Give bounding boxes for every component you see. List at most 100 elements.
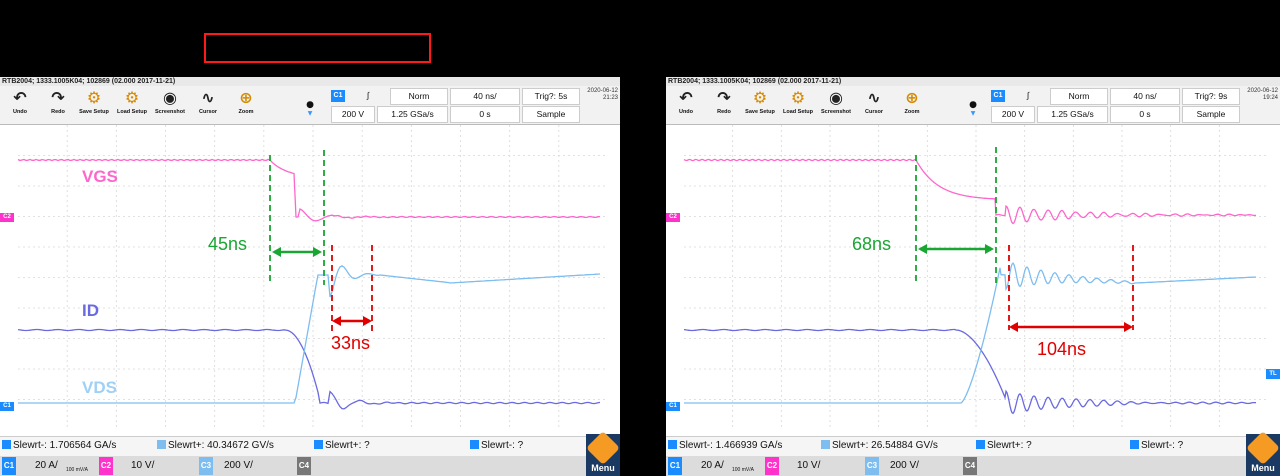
c1-square-icon bbox=[668, 440, 677, 449]
zoom-icon: ⊕ bbox=[905, 88, 919, 107]
cursor-button[interactable]: ∿ Cursor bbox=[190, 87, 226, 123]
measurement-bar: Slewrt-: 1.466939 GA/s Slewrt+: 26.54884… bbox=[666, 436, 1280, 456]
load-setup-icon: ⚙ bbox=[790, 88, 806, 107]
load-setup-button[interactable]: ⚙ Load Setup bbox=[780, 87, 816, 123]
menu-button[interactable]: Menu bbox=[586, 431, 620, 476]
delay-annotation: 45ns bbox=[208, 234, 248, 254]
trigger-source-chip[interactable]: C1 bbox=[331, 90, 345, 102]
c2-marker[interactable]: C2 bbox=[0, 213, 14, 222]
redo-icon: ↷ bbox=[717, 88, 731, 107]
cursor-button[interactable]: ∿ Cursor bbox=[856, 87, 892, 123]
trigger-slope[interactable]: ∫ bbox=[1008, 88, 1048, 105]
channel-1-scale[interactable]: C1 20 A/100 mV/A bbox=[0, 456, 95, 476]
redo-button[interactable]: ↷ Redo bbox=[706, 87, 742, 123]
c3-square-icon bbox=[821, 440, 830, 449]
redo-icon: ↷ bbox=[51, 88, 65, 107]
date-time: 2020-06-12 21:23 bbox=[587, 88, 618, 101]
sample-rate: 1.25 GSa/s bbox=[1037, 106, 1108, 123]
c1-square-icon bbox=[1130, 440, 1139, 449]
channel-4[interactable]: C4 bbox=[296, 456, 316, 476]
measurement-2[interactable]: Slewrt+: 26.54884 GV/s bbox=[821, 440, 938, 451]
channel-bar: C1 20 A/100 mV/A C2 10 V/ C3 200 V/ C4 bbox=[666, 456, 1280, 476]
c1-square-icon bbox=[470, 440, 479, 449]
channel-1-scale[interactable]: C1 20 A/100 mV/A bbox=[666, 456, 761, 476]
measurement-3[interactable]: Slewrt+: ? bbox=[976, 440, 1032, 451]
timebase[interactable]: 40 ns/ bbox=[1110, 88, 1180, 105]
undo-button[interactable]: ↶ Undo bbox=[668, 87, 704, 123]
toolbar: ↶ Undo ↷ Redo ⚙ Save Setup ⚙ Load Setup ◉ Scr… bbox=[666, 86, 1280, 125]
load-setup-button[interactable]: ⚙ Load Setup bbox=[114, 87, 150, 123]
horizontal-offset[interactable]: 0 s bbox=[1110, 106, 1180, 123]
measurement-3[interactable]: Slewrt+: ? bbox=[314, 440, 370, 451]
delay-arrow-head-right bbox=[313, 247, 322, 257]
menu-gear-icon bbox=[1246, 431, 1280, 465]
scope-screen-right: RTB2004; 1333.1005K04; 102869 (02.000 20… bbox=[666, 77, 1280, 476]
zoom-icon: ⊕ bbox=[239, 88, 253, 107]
measurement-1[interactable]: Slewrt-: 1.706564 GA/s bbox=[2, 440, 116, 451]
camera-icon: ◉ bbox=[829, 88, 843, 107]
channel-2-scale[interactable]: C2 10 V/ bbox=[763, 456, 862, 476]
timebase[interactable]: 40 ns/ bbox=[450, 88, 520, 105]
save-setup-icon: ⚙ bbox=[86, 88, 102, 107]
vds-trace bbox=[684, 262, 1257, 404]
save-setup-button[interactable]: ⚙ Save Setup bbox=[742, 87, 778, 123]
ringing-annotation: 33ns bbox=[331, 333, 371, 353]
channel-3-scale[interactable]: C3 200 V/ bbox=[198, 456, 296, 476]
trigger-level[interactable]: 200 V bbox=[331, 106, 375, 123]
cursor-icon: ∿ bbox=[867, 88, 881, 107]
horizontal-offset[interactable]: 0 s bbox=[450, 106, 520, 123]
acquisition-mode[interactable]: Sample bbox=[522, 106, 580, 123]
vgs-label: VGS bbox=[82, 167, 118, 186]
trigger-mode[interactable]: Norm bbox=[1050, 88, 1108, 105]
acquisition-mode[interactable]: Sample bbox=[1182, 106, 1240, 123]
trigger-level-marker[interactable]: TL bbox=[1266, 369, 1280, 379]
screenshot-button[interactable]: ◉ Screenshot bbox=[152, 87, 188, 123]
cursor-icon: ∿ bbox=[201, 88, 215, 107]
zoom-button[interactable]: ⊕ Zoom bbox=[228, 87, 264, 123]
screenshot-button[interactable]: ◉ Screenshot bbox=[818, 87, 854, 123]
trigger-slope[interactable]: ∫ bbox=[348, 88, 388, 105]
c1-marker[interactable]: C1 bbox=[666, 402, 680, 411]
c1-marker[interactable]: C1 bbox=[0, 402, 14, 411]
redo-button[interactable]: ↷ Redo bbox=[40, 87, 76, 123]
load-setup-icon: ⚙ bbox=[124, 88, 140, 107]
ring-arrow-head-right bbox=[1124, 322, 1133, 332]
waveform-display[interactable]: 68ns 104ns C2 C1 TL bbox=[666, 125, 1280, 436]
toolbar: ↶ Undo ↷ Redo ⚙ Save Setup ⚙ Load Setup ◉ Scr… bbox=[0, 86, 620, 125]
scope-title: RTB2004; 1333.1005K04; 102869 (02.000 20… bbox=[666, 77, 1280, 86]
undo-button[interactable]: ↶ Undo bbox=[2, 87, 38, 123]
date-time: 2020-06-12 19:24 bbox=[1247, 88, 1278, 101]
waveform-display[interactable]: VGS ID VDS 45ns 33ns C2 C1 bbox=[0, 125, 620, 436]
measurement-bar: Slewrt-: 1.706564 GA/s Slewrt+: 40.34672… bbox=[0, 436, 620, 456]
zoom-button[interactable]: ⊕ Zoom bbox=[894, 87, 930, 123]
measurement-2[interactable]: Slewrt+: 40.34672 GV/s bbox=[157, 440, 274, 451]
measurement-4[interactable]: Slewrt-: ? bbox=[1130, 440, 1183, 451]
scope-title: RTB2004; 1333.1005K04; 102869 (02.000 20… bbox=[0, 77, 620, 86]
c1-square-icon bbox=[976, 440, 985, 449]
undo-icon: ↶ bbox=[679, 88, 693, 107]
ring-arrow-head-left bbox=[1009, 322, 1018, 332]
save-setup-icon: ⚙ bbox=[752, 88, 768, 107]
vds-label: VDS bbox=[82, 378, 117, 397]
undo-icon: ↶ bbox=[13, 88, 27, 107]
trigger-status: Trig?: 9s bbox=[1182, 88, 1240, 105]
sample-rate: 1.25 GSa/s bbox=[377, 106, 448, 123]
menu-button[interactable]: Menu bbox=[1246, 431, 1280, 476]
c2-marker[interactable]: C2 bbox=[666, 213, 680, 222]
measurement-4[interactable]: Slewrt-: ? bbox=[470, 440, 523, 451]
trigger-source-chip[interactable]: C1 bbox=[991, 90, 1005, 102]
ring-arrow-head-right bbox=[363, 316, 372, 326]
trigger-level[interactable]: 200 V bbox=[991, 106, 1035, 123]
c3-square-icon bbox=[157, 440, 166, 449]
save-setup-button[interactable]: ⚙ Save Setup bbox=[76, 87, 112, 123]
channel-2-scale[interactable]: C2 10 V/ bbox=[97, 456, 196, 476]
delay-arrow-head-left bbox=[272, 247, 281, 257]
ring-arrow-head-left bbox=[332, 316, 341, 326]
trigger-mode[interactable]: Norm bbox=[390, 88, 448, 105]
ringing-annotation: 104ns bbox=[1037, 339, 1087, 359]
channel-4[interactable]: C4 bbox=[962, 456, 982, 476]
id-trace bbox=[683, 328, 1257, 415]
measurement-1[interactable]: Slewrt-: 1.466939 GA/s bbox=[668, 440, 782, 451]
channel-3-scale[interactable]: C3 200 V/ bbox=[864, 456, 962, 476]
delay-annotation: 68ns bbox=[852, 234, 892, 254]
